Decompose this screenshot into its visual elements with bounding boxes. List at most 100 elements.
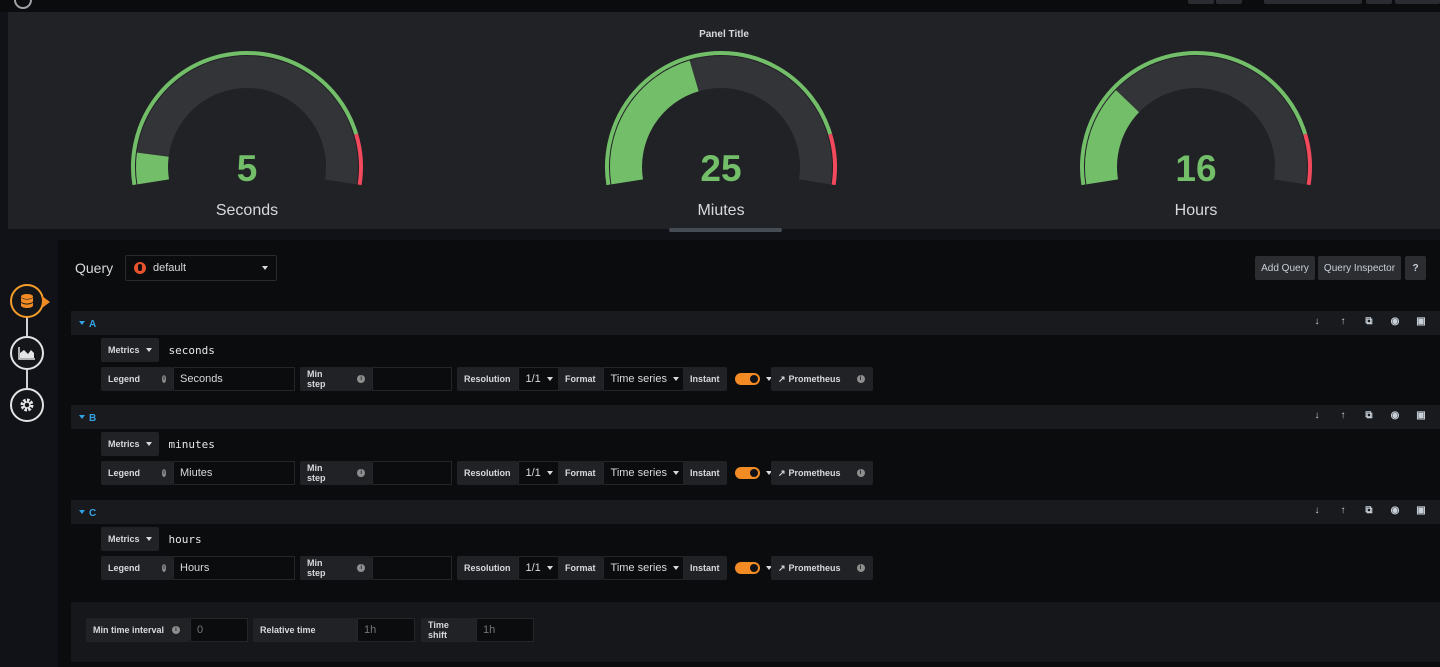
eye-icon[interactable]: ◉ (1389, 316, 1401, 328)
prometheus-link[interactable]: ↗ Prometheus i (771, 556, 873, 580)
gauge-value: 25 (700, 148, 742, 189)
panel-preview: Panel Title 5 Seconds 25 Miutes 16 Hours (8, 12, 1440, 232)
sidebar-item-queries[interactable] (10, 284, 50, 318)
instant-label: Instant (683, 461, 727, 485)
resolution-label: Resolution (457, 461, 518, 485)
format-dropdown[interactable]: Time series (602, 461, 687, 485)
gauge-label: Hours (1174, 202, 1218, 219)
gauge-minutes: 25 Miutes (596, 42, 846, 242)
resolution-dropdown[interactable]: 1/1 (517, 556, 561, 580)
format-dropdown[interactable]: Time series (602, 367, 687, 391)
query-letter[interactable]: B (79, 413, 96, 424)
info-icon[interactable]: i (357, 375, 365, 383)
metrics-dropdown[interactable]: Metrics (101, 527, 159, 551)
prometheus-link[interactable]: ↗ Prometheus i (771, 461, 873, 485)
resolution-dropdown[interactable]: 1/1 (517, 461, 561, 485)
legend-field: Legend i Miutes (101, 461, 295, 485)
panel-title[interactable]: Panel Title (8, 29, 1440, 40)
instant-toggle[interactable] (734, 562, 760, 574)
move-down-icon[interactable]: ↓ (1311, 410, 1323, 422)
query-body: Metrics minutes Legend i Miutes Min step i… (71, 429, 1440, 491)
duplicate-icon[interactable]: ⧉ (1363, 316, 1375, 328)
query-inspector-button[interactable]: Query Inspector (1318, 256, 1401, 280)
navbar-button[interactable] (1188, 0, 1214, 4)
database-icon (21, 294, 33, 308)
eye-icon[interactable]: ◉ (1389, 505, 1401, 517)
min-step-input[interactable] (372, 461, 452, 485)
format-field: Format Time series (558, 367, 687, 391)
info-icon[interactable]: i (357, 469, 365, 477)
query-row-header[interactable]: A ↓ ↑ ⧉ ◉ ▣ (71, 311, 1440, 335)
instant-toggle[interactable] (734, 373, 760, 385)
navbar-button[interactable] (1395, 0, 1440, 4)
navbar-time-picker[interactable] (1264, 0, 1362, 4)
legend-label: Legend i (101, 367, 173, 391)
metrics-expression[interactable]: minutes (159, 438, 215, 451)
format-label: Format (558, 367, 603, 391)
move-up-icon[interactable]: ↑ (1337, 505, 1349, 517)
panel-resize-handle[interactable] (669, 228, 782, 232)
metrics-dropdown[interactable]: Metrics (101, 432, 159, 456)
navbar-button[interactable] (1366, 0, 1392, 4)
query-options: Min time intervali Relative time Time sh… (71, 602, 1440, 662)
metrics-dropdown[interactable]: Metrics (101, 338, 159, 362)
trash-icon[interactable]: ▣ (1415, 410, 1427, 422)
info-icon[interactable]: i (856, 469, 865, 477)
query-letter[interactable]: C (79, 508, 96, 519)
instant-field: Instant (683, 367, 780, 391)
gauge-value: 16 (1175, 148, 1217, 189)
min-step-field: Min step i (300, 461, 452, 485)
min-step-input[interactable] (372, 367, 452, 391)
relative-time-field: Relative time (253, 618, 415, 642)
trash-icon[interactable]: ▣ (1415, 316, 1427, 328)
info-icon[interactable]: i (357, 564, 365, 572)
move-up-icon[interactable]: ↑ (1337, 316, 1349, 328)
add-query-button[interactable]: Add Query (1255, 256, 1315, 280)
query-row-header[interactable]: C ↓ ↑ ⧉ ◉ ▣ (71, 500, 1440, 524)
legend-input[interactable]: Hours (173, 556, 295, 580)
query-editor: Query default Add Query Query Inspector … (58, 240, 1440, 667)
min-interval-input[interactable] (190, 618, 248, 642)
help-button[interactable]: ? (1405, 256, 1426, 280)
move-down-icon[interactable]: ↓ (1311, 316, 1323, 328)
format-dropdown[interactable]: Time series (602, 556, 687, 580)
metrics-expression[interactable]: seconds (159, 344, 215, 357)
resolution-dropdown[interactable]: 1/1 (517, 367, 561, 391)
metrics-expression[interactable]: hours (159, 533, 202, 546)
legend-input[interactable]: Seconds (173, 367, 295, 391)
info-icon[interactable]: i (856, 564, 865, 572)
move-up-icon[interactable]: ↑ (1337, 410, 1349, 422)
duplicate-icon[interactable]: ⧉ (1363, 410, 1375, 422)
move-down-icon[interactable]: ↓ (1311, 505, 1323, 517)
info-icon[interactable]: i (172, 626, 181, 634)
grafana-logo-icon[interactable] (14, 0, 32, 9)
gauge-label: Seconds (215, 202, 279, 219)
time-shift-input[interactable] (476, 618, 534, 642)
sidebar-item-general[interactable] (10, 388, 44, 422)
legend-input[interactable]: Miutes (173, 461, 295, 485)
instant-toggle[interactable] (734, 467, 760, 479)
legend-label: Legend i (101, 461, 173, 485)
info-icon[interactable]: i (856, 375, 865, 383)
legend-field: Legend i Hours (101, 556, 295, 580)
prometheus-link[interactable]: ↗ Prometheus i (771, 367, 873, 391)
external-link-icon: ↗ (778, 373, 786, 384)
datasource-picker[interactable]: default (125, 255, 277, 281)
trash-icon[interactable]: ▣ (1415, 505, 1427, 517)
query-actions: ↓ ↑ ⧉ ◉ ▣ (1311, 410, 1427, 422)
info-icon[interactable]: i (162, 375, 166, 383)
min-step-input[interactable] (372, 556, 452, 580)
sidebar-item-visualization[interactable] (10, 336, 44, 370)
eye-icon[interactable]: ◉ (1389, 410, 1401, 422)
duplicate-icon[interactable]: ⧉ (1363, 505, 1375, 517)
info-icon[interactable]: i (162, 564, 166, 572)
external-link-icon: ↗ (778, 562, 786, 573)
top-navbar (0, 0, 1440, 12)
relative-time-input[interactable] (357, 618, 415, 642)
navbar-button[interactable] (1216, 0, 1242, 4)
query-letter[interactable]: A (79, 319, 96, 330)
info-icon[interactable]: i (162, 469, 166, 477)
resolution-field: Resolution 1/1 (457, 556, 561, 580)
metrics-field: Metrics seconds (101, 338, 215, 362)
query-row-header[interactable]: B ↓ ↑ ⧉ ◉ ▣ (71, 405, 1440, 429)
